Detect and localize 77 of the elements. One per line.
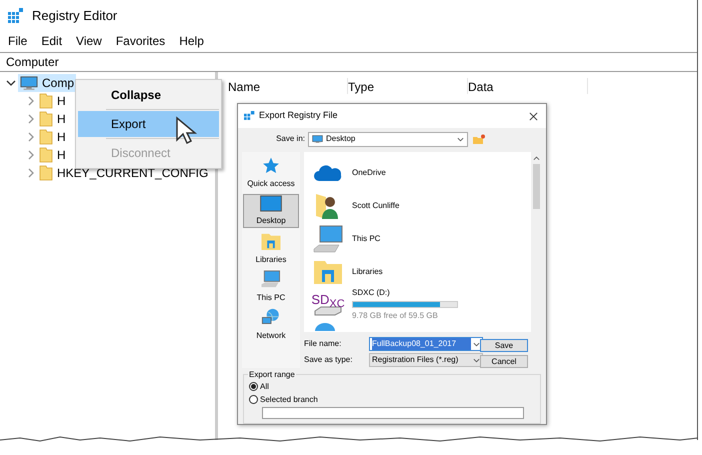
tree-label: H xyxy=(57,93,66,110)
menu-item[interactable]: View xyxy=(76,32,102,50)
tree-item[interactable]: Comp xyxy=(18,74,76,92)
file-name: Scott Cunliffe xyxy=(352,200,400,212)
registry-icon xyxy=(8,8,24,24)
column-header[interactable]: Name xyxy=(228,78,348,94)
branch-field[interactable] xyxy=(262,407,524,419)
column-header[interactable]: Type xyxy=(348,78,468,94)
location-entry[interactable]: Scott Cunliffe xyxy=(312,191,531,220)
dialog-button[interactable]: Save xyxy=(480,339,528,352)
folder-icon xyxy=(39,93,53,109)
registry-icon xyxy=(244,110,255,122)
folder-icon xyxy=(39,129,53,145)
location-entry[interactable]: Libraries xyxy=(312,257,531,286)
menu-item[interactable]: File xyxy=(8,32,28,50)
location-entry[interactable]: OneDrive xyxy=(312,158,531,187)
tree-label: H xyxy=(57,129,66,146)
new-folder-icon[interactable] xyxy=(473,134,485,144)
folder-icon xyxy=(39,111,53,127)
place-item[interactable]: Network xyxy=(243,308,299,342)
folder-icon xyxy=(39,147,53,163)
computer-icon xyxy=(260,270,282,289)
desktop-icon xyxy=(259,195,283,212)
cursor-icon xyxy=(175,116,199,146)
library-icon xyxy=(313,258,343,284)
cloud-icon xyxy=(313,164,343,182)
place-item[interactable]: This PC xyxy=(243,270,299,304)
place-item[interactable]: Desktop xyxy=(243,194,299,228)
close-icon[interactable] xyxy=(529,112,538,120)
file-name: SDXC (D:) xyxy=(352,287,391,299)
file-name-field[interactable]: FullBackup08_01_2017 xyxy=(369,337,483,352)
menu-item[interactable]: Edit xyxy=(41,32,62,50)
place-item[interactable]: Quick access xyxy=(243,156,299,190)
window-title: Registry Editor xyxy=(32,7,118,26)
file-name: OneDrive xyxy=(352,166,386,178)
location-entry[interactable]: SD$_{XC}$ SDXC (D:) 9.78 GB free of 59.5 GB xyxy=(312,290,531,319)
save-type-dropdown[interactable]: Registration Files (*.reg) xyxy=(369,353,483,368)
group-title: Export range xyxy=(248,369,296,381)
column-header[interactable]: Data xyxy=(468,78,588,94)
file-name: Libraries xyxy=(352,266,383,278)
tree-item[interactable]: H xyxy=(39,146,66,164)
tree-item[interactable]: HKEY_CURRENT_CONFIG xyxy=(39,164,208,182)
file-name: This PC xyxy=(352,232,380,244)
place-item[interactable]: Libraries xyxy=(243,232,299,266)
field-label: Save as type: xyxy=(304,354,354,366)
library-icon xyxy=(260,232,282,251)
menu-item[interactable]: Favorites xyxy=(116,32,166,50)
tree-item[interactable]: H xyxy=(39,110,66,128)
monitor-icon xyxy=(20,76,38,90)
tree-label: H xyxy=(57,111,66,128)
network-icon xyxy=(312,323,338,331)
tree-label: HKEY_CURRENT_CONFIG xyxy=(57,165,208,182)
free-space-text: 9.78 GB free of 59.5 GB xyxy=(352,310,439,322)
field-label: File name: xyxy=(304,338,342,350)
dialog-title: Export Registry File xyxy=(259,109,338,122)
radio-button[interactable] xyxy=(249,395,258,404)
tree-item[interactable]: H xyxy=(39,92,66,110)
field-label: Save in: xyxy=(275,133,306,145)
address-bar[interactable]: Computer xyxy=(0,52,697,72)
radio-label: All xyxy=(260,380,269,392)
radio-label: Selected branch xyxy=(260,394,318,406)
menu-item[interactable]: Collapse xyxy=(78,82,219,108)
radio-button[interactable] xyxy=(249,382,258,391)
save-in-dropdown[interactable]: Desktop xyxy=(308,132,468,146)
menu-item[interactable]: Help xyxy=(179,32,204,50)
dialog-button[interactable]: Cancel xyxy=(480,355,528,368)
network-icon xyxy=(260,308,282,327)
folder-icon xyxy=(39,165,53,181)
tree-label: Comp xyxy=(42,75,74,92)
user-folder-icon xyxy=(315,192,341,220)
tree-item[interactable]: H xyxy=(39,128,66,146)
monitor-icon xyxy=(312,134,323,144)
tree-label: H xyxy=(57,147,66,164)
computer-icon xyxy=(313,224,343,252)
location-entry[interactable]: This PC xyxy=(312,224,531,253)
menu-item[interactable]: Export xyxy=(78,111,219,137)
chevron-down-icon[interactable] xyxy=(6,78,16,88)
